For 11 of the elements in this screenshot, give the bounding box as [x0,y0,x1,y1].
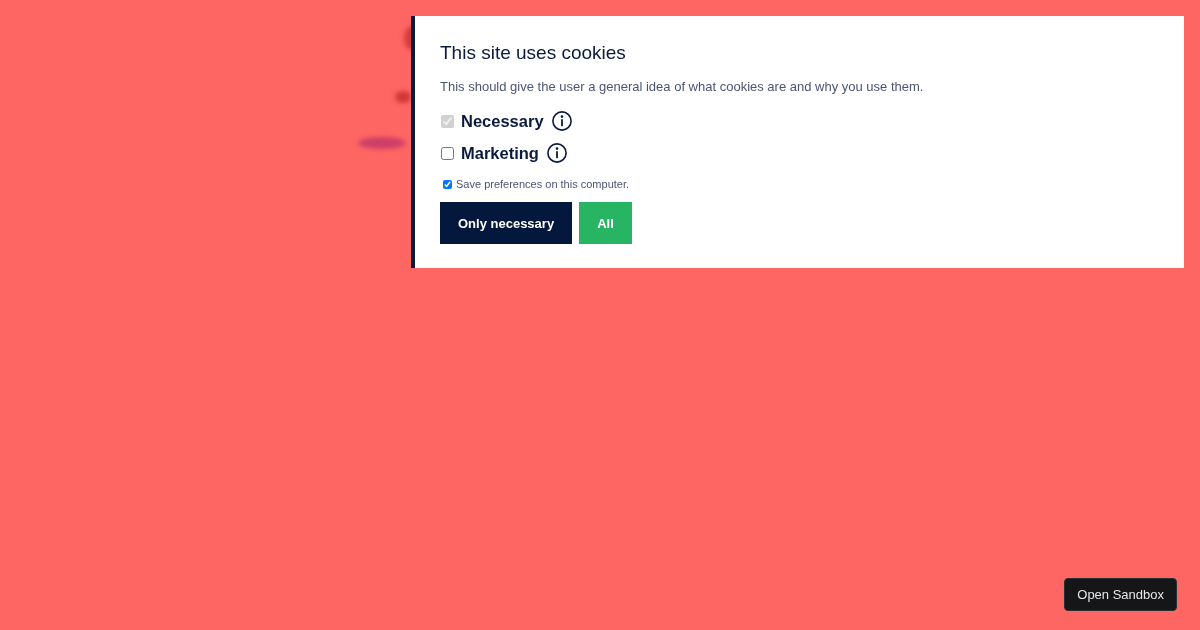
dialog-description: This should give the user a general idea of what cookies are and why you use them. [440,78,924,96]
info-icon[interactable] [551,111,572,131]
only-necessary-button[interactable]: Only necessary [440,202,573,244]
option-label: Necessary [461,111,544,132]
info-icon[interactable] [546,143,567,163]
dialog-title: This site uses cookies [440,41,626,65]
option-label: Marketing [461,143,539,164]
checkbox[interactable] [443,179,452,189]
checkbox-label: Save preferences on this computer. [456,177,630,192]
checkbox[interactable] [441,146,454,160]
open-sandbox-button[interactable]: Open Sandbox [1064,578,1177,611]
